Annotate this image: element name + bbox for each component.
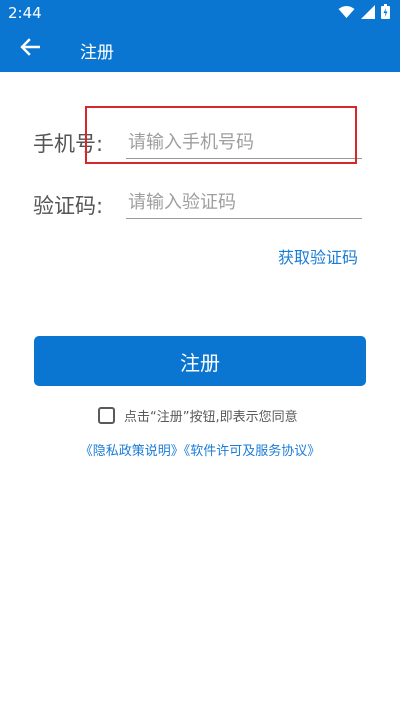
arrow-left-icon [20, 38, 41, 60]
license-agreement-link[interactable]: 《软件许可及服务协议》 [184, 444, 321, 459]
back-button[interactable] [14, 34, 46, 64]
register-screen: 2:44 注册 手机号: 请输入手机号码 验证码: 请输入验证码 获取验证码 注… [0, 0, 400, 711]
app-bar: 注册 [0, 26, 400, 72]
code-label: 验证码: [33, 194, 104, 218]
privacy-policy-link[interactable]: 《隐私政策说明》 [80, 444, 184, 459]
signal-icon [361, 4, 375, 23]
agreement-text: 点击“注册”按钮,即表示您同意 [124, 409, 298, 425]
wifi-icon [338, 4, 355, 23]
register-button[interactable]: 注册 [34, 336, 366, 386]
page-title: 注册 [80, 43, 114, 63]
status-bar: 2:44 [0, 0, 400, 26]
highlight-box [85, 106, 357, 164]
agreement-checkbox[interactable] [98, 406, 115, 424]
battery-icon [381, 3, 390, 23]
policy-links: 《隐私政策说明》《软件许可及服务协议》 [0, 440, 400, 459]
status-icons [338, 3, 390, 23]
status-time: 2:44 [8, 4, 42, 22]
code-input[interactable] [126, 186, 362, 219]
agreement-row: 点击“注册”按钮,即表示您同意 [98, 404, 298, 426]
get-code-link[interactable]: 获取验证码 [278, 244, 358, 268]
